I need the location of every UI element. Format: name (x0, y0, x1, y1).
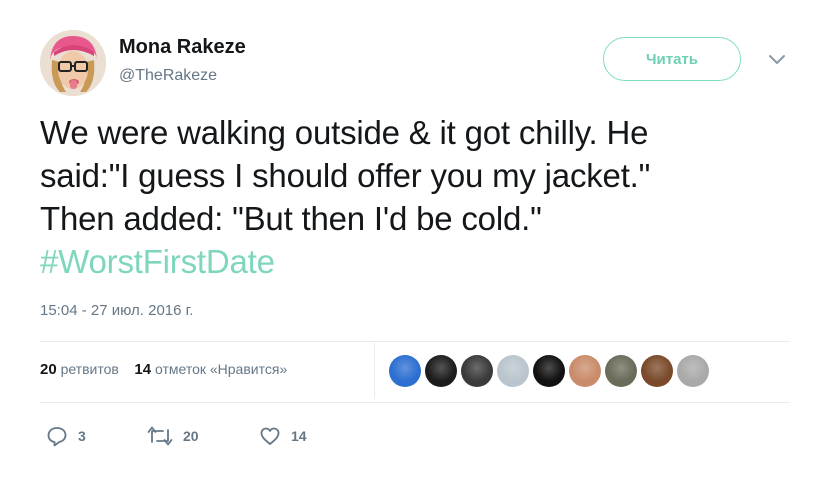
heart-icon (260, 427, 280, 445)
user-name[interactable]: Mona Rakeze (119, 36, 246, 59)
liker-avatar-1[interactable] (389, 355, 421, 387)
likes-label: отметок «Нравится» (154, 361, 288, 377)
engagement-stats: 20 ретвитов 14 отметок «Нравится» (40, 361, 287, 378)
reply-button[interactable]: 3 (46, 425, 86, 447)
divider (40, 402, 790, 403)
like-count: 14 (291, 428, 307, 444)
retweet-count: 20 (183, 428, 199, 444)
liker-avatar-3[interactable] (461, 355, 493, 387)
retweets-label: ретвитов (60, 361, 119, 377)
chevron-down-icon[interactable] (766, 52, 788, 68)
follow-button[interactable]: Читать (603, 37, 741, 81)
likes-stat[interactable]: 14 отметок «Нравится» (134, 361, 288, 378)
divider (40, 341, 790, 342)
liker-avatars (389, 355, 713, 389)
tweet-text-line: We were walking outside & it got chilly.… (40, 114, 649, 151)
liker-avatar-7[interactable] (605, 355, 637, 387)
user-avatar[interactable] (40, 30, 106, 96)
liker-avatar-9[interactable] (677, 355, 709, 387)
like-button[interactable]: 14 (259, 425, 307, 447)
tweet-timestamp[interactable]: 15:04 - 27 июл. 2016 г. (40, 302, 193, 319)
reply-icon (47, 427, 67, 447)
liker-avatar-4[interactable] (497, 355, 529, 387)
tweet-text-line: said:"I guess I should offer you my jack… (40, 157, 651, 194)
stats-separator (374, 343, 375, 399)
retweets-count: 20 (40, 361, 57, 378)
reply-count: 3 (78, 428, 86, 444)
tweet-text-line: Then added: "But then I'd be cold." (40, 200, 542, 237)
liker-avatar-8[interactable] (641, 355, 673, 387)
retweet-button[interactable]: 20 (147, 425, 199, 447)
liker-avatar-6[interactable] (569, 355, 601, 387)
likes-count: 14 (134, 361, 152, 378)
liker-avatar-2[interactable] (425, 355, 457, 387)
tweet-card: Mona Rakeze @TheRakeze Читать We were wa… (0, 0, 825, 481)
user-handle[interactable]: @TheRakeze (119, 67, 217, 85)
liker-avatar-5[interactable] (533, 355, 565, 387)
hashtag-link[interactable]: #WorstFirstDate (40, 240, 800, 283)
retweets-stat[interactable]: 20 ретвитов (40, 361, 119, 378)
retweet-icon (147, 426, 173, 446)
tweet-text: We were walking outside & it got chilly.… (40, 111, 800, 283)
